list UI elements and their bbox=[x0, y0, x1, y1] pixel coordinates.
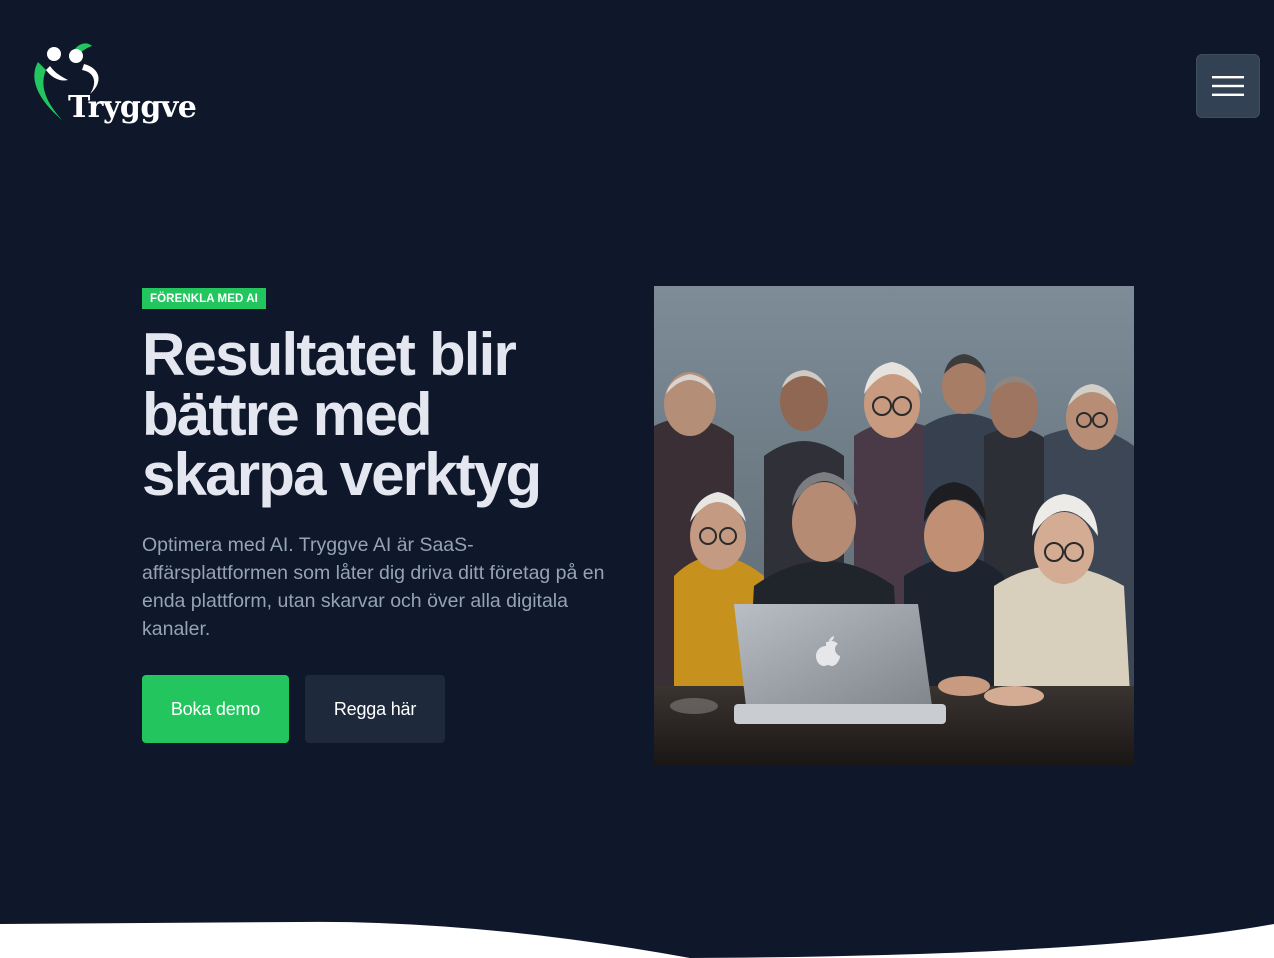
menu-button[interactable] bbox=[1196, 54, 1260, 118]
hero-image bbox=[654, 286, 1134, 766]
section-divider-wave bbox=[0, 921, 1274, 958]
hero-title: Resultatet blir bättre med skarpa verkty… bbox=[142, 321, 542, 508]
brand-name: Tryggve bbox=[68, 90, 197, 125]
hero-illustration bbox=[654, 286, 1134, 766]
brand-logo[interactable]: Tryggve bbox=[30, 42, 215, 132]
hero-content: FÖRENKLA MED AI Resultatet blir bättre m… bbox=[142, 288, 622, 743]
book-demo-button[interactable]: Boka demo bbox=[142, 675, 289, 743]
register-button[interactable]: Regga här bbox=[305, 675, 445, 743]
hamburger-icon bbox=[1212, 76, 1244, 96]
hero-badge: FÖRENKLA MED AI bbox=[142, 288, 266, 309]
hero-description: Optimera med AI. Tryggve AI är SaaS-affä… bbox=[142, 534, 605, 640]
hero-buttons: Boka demo Regga här bbox=[142, 675, 622, 743]
